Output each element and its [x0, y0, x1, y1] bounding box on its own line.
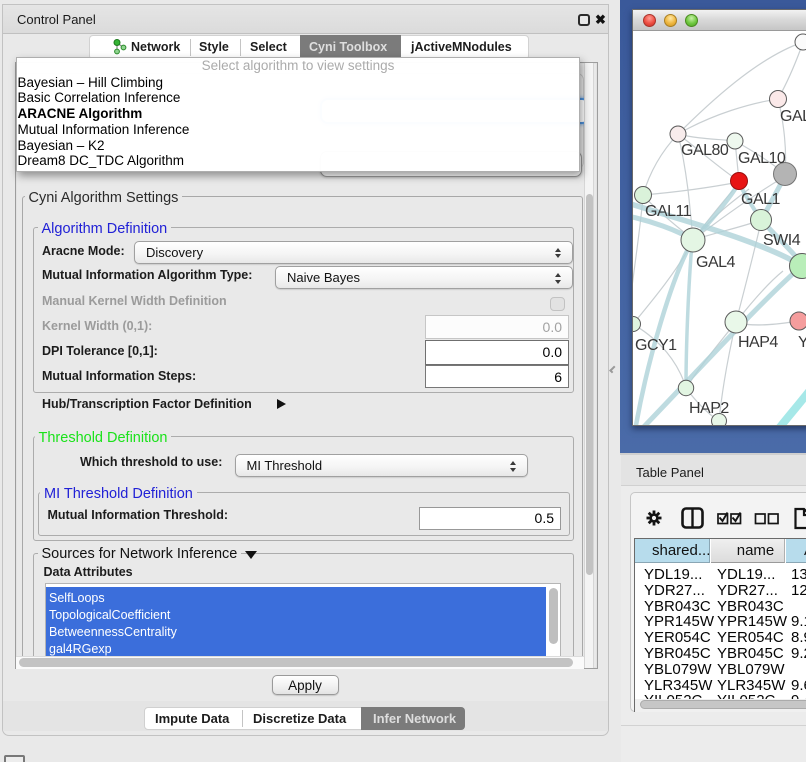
- svg-text:GAL4: GAL4: [696, 254, 736, 271]
- svg-text:GCY1: GCY1: [635, 337, 677, 354]
- svg-text:HAP4: HAP4: [738, 334, 778, 351]
- svg-text:YM: YM: [798, 334, 806, 351]
- svg-text:GAL1: GAL1: [741, 191, 781, 208]
- svg-text:GAL10: GAL10: [738, 150, 786, 167]
- svg-text:GAL80: GAL80: [780, 108, 806, 125]
- svg-text:GAL80: GAL80: [681, 142, 729, 159]
- svg-text:SWI4: SWI4: [763, 232, 801, 249]
- svg-text:GAL11: GAL11: [645, 203, 692, 220]
- svg-text:HAP2: HAP2: [689, 400, 729, 417]
